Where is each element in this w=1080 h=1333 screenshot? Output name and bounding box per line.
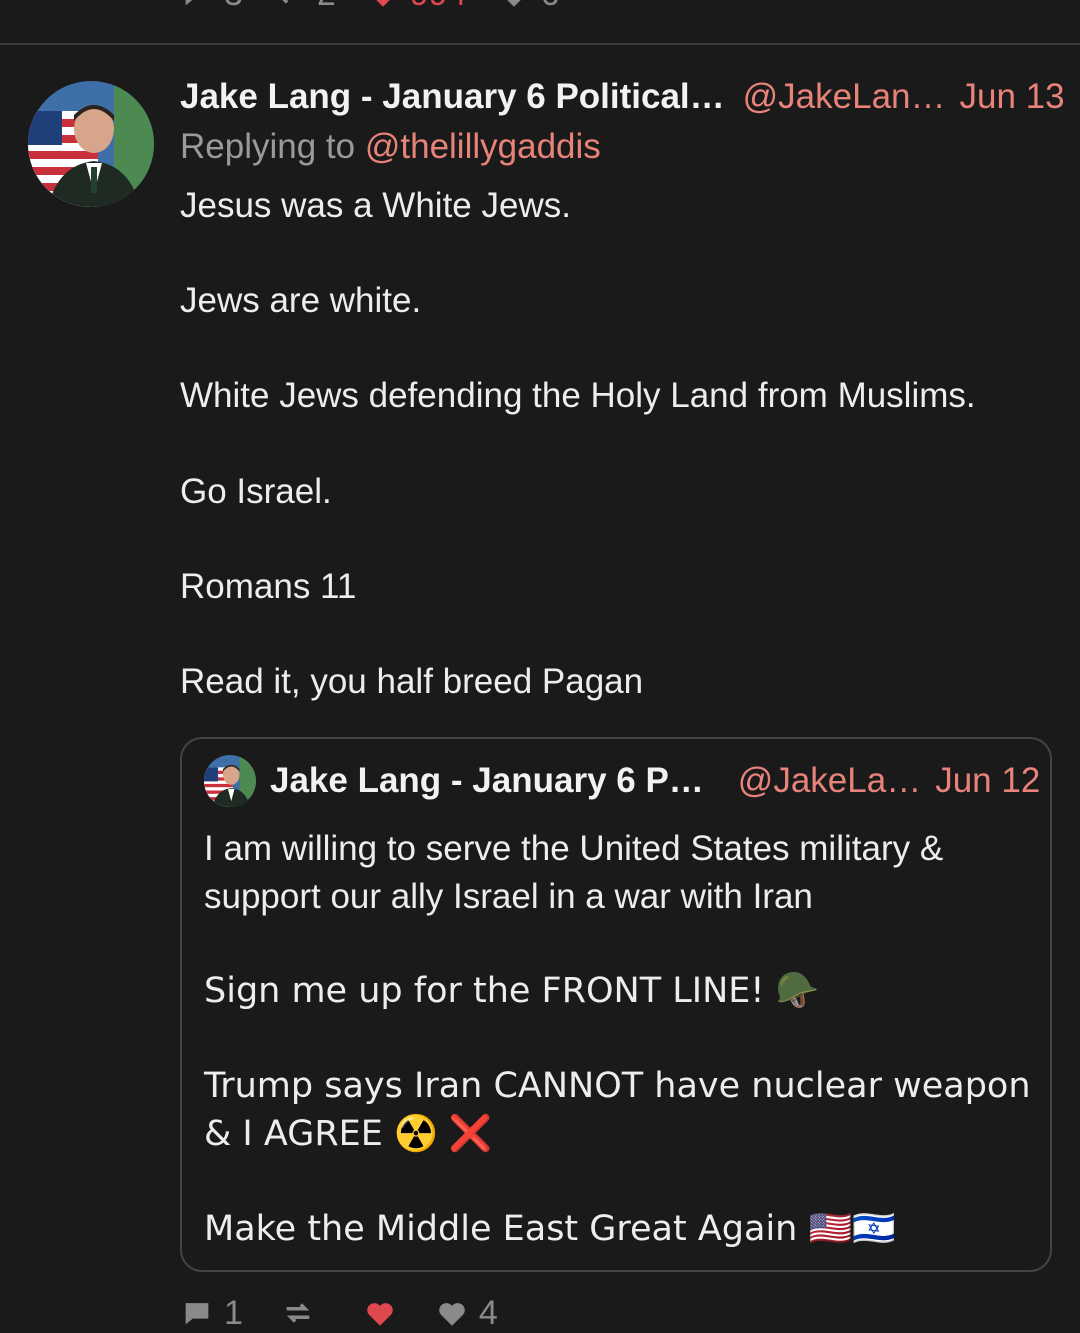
like-icon	[367, 1303, 393, 1326]
reply-count: 1	[224, 1293, 243, 1332]
reply-post[interactable]: Jake Lang - January 6 Political… @JakeLa…	[0, 45, 1080, 1332]
quoted-header: Jake Lang - January 6 P… @JakeLa… Jun 12	[270, 757, 1040, 805]
like-count: 994	[410, 0, 467, 14]
post-date[interactable]: Jun 13	[960, 77, 1065, 117]
post-paragraph: Read it, you half breed Pagan	[180, 661, 644, 701]
post-body: Jesus was a White Jews. Jews are white. …	[180, 182, 1050, 706]
post-paragraph: Jesus was a White Jews.	[180, 186, 571, 225]
repost-icon	[282, 0, 289, 4]
repost-button[interactable]: 2	[273, 0, 336, 14]
like-button[interactable]	[363, 1296, 397, 1330]
post-actions: 1 4	[180, 1294, 498, 1333]
bookmark-button[interactable]: 6	[497, 0, 560, 14]
replying-mention[interactable]: @thelillygaddis	[365, 127, 601, 166]
quoted-body: I am willing to serve the United States …	[204, 825, 1034, 1253]
bookmark-icon	[439, 1303, 465, 1326]
quoted-paragraph: Trump says Iran CANNOT have nuclear weap…	[204, 1065, 1031, 1154]
post-paragraph: White Jews defending the Holy Land from …	[180, 376, 976, 416]
quoted-paragraph: Make the Middle East Great Again 🇺🇸🇮🇱	[204, 1208, 896, 1249]
quoted-author-handle[interactable]: @JakeLa…	[738, 761, 921, 801]
reply-count: 3	[224, 0, 243, 14]
quoted-post[interactable]: Jake Lang - January 6 P… @JakeLa… Jun 12…	[180, 737, 1052, 1272]
quoted-date[interactable]: Jun 12	[935, 761, 1040, 801]
previous-post-actions: 3 2 994 6	[180, 0, 560, 13]
post-paragraph: Romans 11	[180, 566, 357, 606]
bookmark-button[interactable]: 4	[435, 1294, 498, 1333]
quoted-paragraph: I am willing to serve the United States …	[204, 829, 944, 916]
reply-icon	[185, 0, 193, 6]
avatar-image	[28, 81, 154, 207]
quoted-paragraph: Sign me up for the FRONT LINE! 🪖	[204, 970, 820, 1011]
post-paragraph: Go Israel.	[180, 471, 332, 511]
reply-icon	[185, 1303, 209, 1325]
reply-button[interactable]: 3	[180, 0, 243, 14]
quoted-author-name[interactable]: Jake Lang - January 6 P…	[270, 761, 704, 801]
repost-icon	[286, 1303, 310, 1323]
reply-button[interactable]: 1	[180, 1294, 243, 1333]
bookmark-count: 6	[541, 0, 560, 14]
repost-button[interactable]	[281, 1296, 325, 1330]
like-icon	[376, 0, 390, 7]
like-button[interactable]: 994	[366, 0, 467, 14]
quoted-avatar-image	[204, 755, 256, 807]
bookmark-icon	[506, 0, 521, 7]
bookmark-count: 4	[478, 1293, 498, 1332]
repost-count: 2	[317, 0, 336, 14]
replying-to: Replying to @thelillygaddis	[180, 127, 601, 167]
author-handle[interactable]: @JakeLan…	[743, 77, 946, 117]
post-header: Jake Lang - January 6 Political… @JakeLa…	[180, 73, 1065, 121]
quoted-avatar[interactable]	[204, 755, 256, 807]
author-name[interactable]: Jake Lang - January 6 Political…	[180, 77, 725, 117]
post-paragraph: Jews are white.	[180, 281, 422, 321]
avatar[interactable]	[28, 81, 154, 207]
replying-prefix: Replying to	[180, 127, 356, 166]
